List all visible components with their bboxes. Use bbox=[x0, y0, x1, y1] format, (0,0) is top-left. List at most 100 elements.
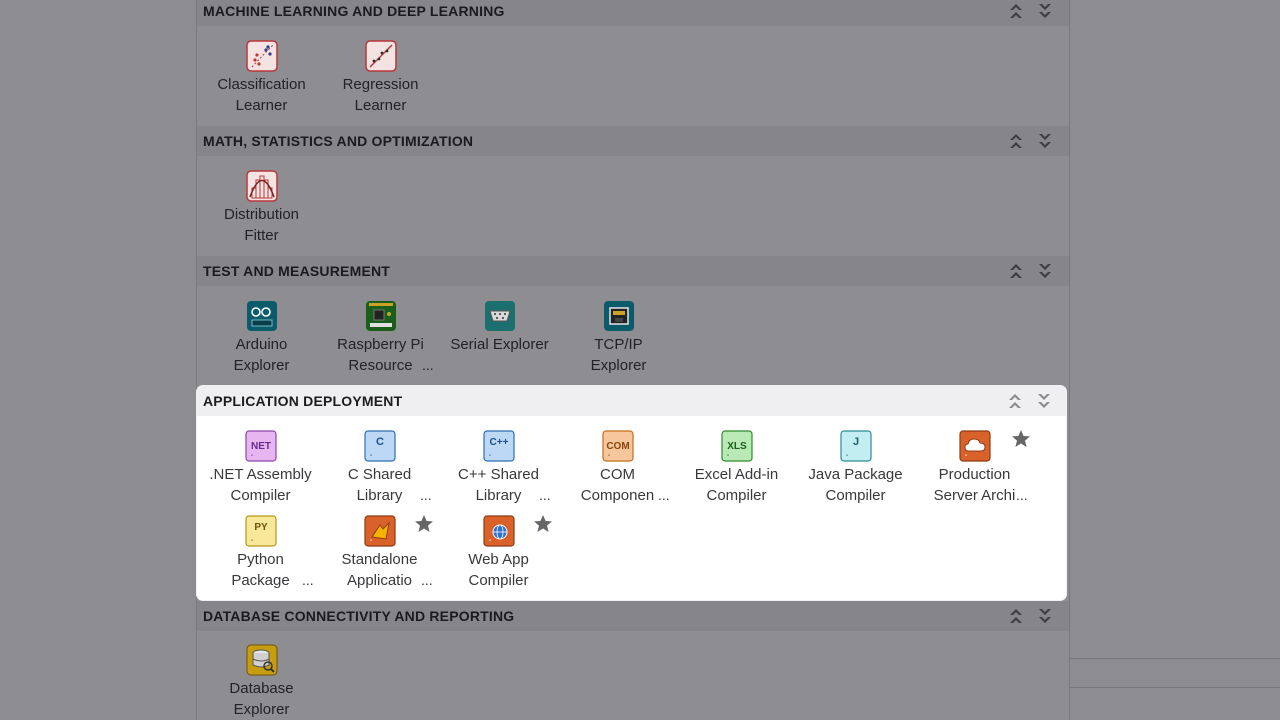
app-database-explorer[interactable]: Database Explorer bbox=[202, 644, 321, 720]
cpp-shared-library-icon: C++ " bbox=[482, 430, 515, 462]
app-label: Web App bbox=[468, 551, 529, 568]
expand-down-icon bbox=[1039, 134, 1051, 148]
arduino-explorer-icon bbox=[246, 301, 277, 331]
icon-badge-text: XLS bbox=[727, 441, 747, 452]
icon-badge-text: COM bbox=[606, 441, 629, 452]
expand-down-icon bbox=[1038, 394, 1050, 408]
production-server-icon: " bbox=[958, 430, 991, 462]
app-label: Production bbox=[938, 466, 1011, 483]
app-label: Compiler bbox=[468, 572, 529, 589]
svg-text:": " bbox=[370, 455, 372, 461]
app-python-package[interactable]: PY " Python Package ... bbox=[201, 515, 320, 591]
app-excel-addin-compiler[interactable]: XLS " Excel Add-in Compiler bbox=[677, 430, 796, 506]
app-label: Database bbox=[229, 680, 294, 697]
app-label: COM bbox=[600, 466, 635, 483]
app-label: Raspberry Pi bbox=[337, 336, 424, 353]
collapse-up-icon bbox=[1010, 4, 1022, 18]
collapse-up-icon bbox=[1010, 609, 1022, 623]
collapse-all-button[interactable] bbox=[1004, 390, 1026, 412]
collapse-all-button[interactable] bbox=[1005, 260, 1027, 282]
app-label: Compiler bbox=[230, 487, 291, 504]
app-label: Regression bbox=[342, 76, 419, 93]
app-java-package-compiler[interactable]: J " Java Package Compiler bbox=[796, 430, 915, 506]
truncation-ellipsis: ... bbox=[422, 357, 434, 373]
distribution-fitter-icon bbox=[245, 170, 278, 202]
expand-all-button[interactable] bbox=[1034, 605, 1056, 627]
svg-text:": " bbox=[489, 455, 491, 461]
section-title: MATH, STATISTICS AND OPTIMIZATION bbox=[203, 133, 474, 149]
favorite-star-icon[interactable] bbox=[533, 514, 553, 534]
app-classification-learner[interactable]: Classification Learner bbox=[202, 40, 321, 116]
python-package-icon: PY " bbox=[244, 515, 277, 547]
svg-text:": " bbox=[251, 455, 253, 461]
section-header-test-measurement: TEST AND MEASUREMENT bbox=[197, 256, 1069, 286]
expand-all-button[interactable] bbox=[1034, 130, 1056, 152]
svg-text:": " bbox=[370, 540, 372, 546]
icon-badge-text: NET bbox=[251, 441, 271, 452]
app-label: Learner bbox=[235, 97, 288, 114]
database-explorer-icon bbox=[246, 644, 277, 676]
icon-badge-text: J bbox=[852, 436, 858, 448]
app-label: Standalone bbox=[341, 551, 418, 568]
app-label: Explorer bbox=[233, 357, 290, 374]
app-distribution-fitter[interactable]: Distribution Fitter bbox=[202, 170, 321, 246]
app-label: Compiler bbox=[825, 487, 886, 504]
c-shared-library-icon: C " bbox=[363, 430, 396, 462]
net-assembly-icon: NET " bbox=[244, 430, 277, 462]
tcpip-explorer-icon bbox=[603, 301, 634, 331]
regression-learner-icon bbox=[364, 40, 397, 72]
web-app-compiler-icon: " bbox=[482, 515, 515, 547]
expand-all-button[interactable] bbox=[1034, 0, 1056, 22]
section-header-database: DATABASE CONNECTIVITY AND REPORTING bbox=[197, 601, 1069, 631]
svg-text:": " bbox=[846, 455, 848, 461]
favorite-star-icon[interactable] bbox=[1011, 429, 1031, 449]
section-title: TEST AND MEASUREMENT bbox=[203, 263, 391, 279]
collapse-up-icon bbox=[1009, 394, 1021, 408]
collapse-all-button[interactable] bbox=[1005, 0, 1027, 22]
icon-badge-text: PY bbox=[254, 522, 268, 533]
expand-all-button[interactable] bbox=[1034, 260, 1056, 282]
section-header-application-deployment: APPLICATION DEPLOYMENT bbox=[197, 386, 1066, 416]
section-header-machine-learning: MACHINE LEARNING AND DEEP LEARNING bbox=[197, 0, 1069, 26]
com-component-icon: COM " bbox=[601, 430, 634, 462]
section-title: MACHINE LEARNING AND DEEP LEARNING bbox=[203, 3, 505, 19]
app-label: Python bbox=[237, 551, 284, 568]
truncation-ellipsis: ... bbox=[658, 487, 670, 503]
app-com-component[interactable]: COM " COM Componen ... bbox=[558, 430, 677, 506]
section-title: APPLICATION DEPLOYMENT bbox=[203, 393, 403, 409]
app-label: C++ Shared bbox=[458, 466, 539, 483]
serial-explorer-icon bbox=[484, 301, 515, 331]
apps-gallery-screen: MACHINE LEARNING AND DEEP LEARNING Class… bbox=[0, 0, 1280, 720]
collapse-all-button[interactable] bbox=[1005, 130, 1027, 152]
section-header-math: MATH, STATISTICS AND OPTIMIZATION bbox=[197, 126, 1069, 156]
app-label: Learner bbox=[354, 97, 407, 114]
expand-down-icon bbox=[1039, 609, 1051, 623]
classification-learner-icon bbox=[245, 40, 278, 72]
apps-gallery: MACHINE LEARNING AND DEEP LEARNING Class… bbox=[196, 0, 1070, 720]
expand-all-button[interactable] bbox=[1033, 390, 1055, 412]
favorite-star-icon[interactable] bbox=[414, 514, 434, 534]
expand-down-icon bbox=[1039, 264, 1051, 278]
app-c-shared-library[interactable]: C " C Shared Library ... bbox=[320, 430, 439, 506]
truncation-ellipsis: ... bbox=[421, 572, 433, 588]
collapse-up-icon bbox=[1010, 134, 1022, 148]
app-regression-learner[interactable]: Regression Learner bbox=[321, 40, 440, 116]
java-package-icon: J " bbox=[839, 430, 872, 462]
app-label: Java Package bbox=[808, 466, 903, 483]
app-label: TCP/IP bbox=[594, 336, 643, 353]
divider bbox=[1069, 687, 1280, 688]
excel-addin-icon: XLS " bbox=[720, 430, 753, 462]
app-raspberry-pi-resource[interactable]: Raspberry Pi Resource ... bbox=[321, 300, 440, 376]
app-label: C Shared bbox=[347, 466, 412, 483]
app-serial-explorer[interactable]: Serial Explorer bbox=[440, 300, 559, 355]
collapse-up-icon bbox=[1010, 264, 1022, 278]
truncation-ellipsis: ... bbox=[539, 487, 551, 503]
app-cpp-shared-library[interactable]: C++ " C++ Shared Library ... bbox=[439, 430, 558, 506]
collapse-all-button[interactable] bbox=[1005, 605, 1027, 627]
app-tcpip-explorer[interactable]: TCP/IP Explorer bbox=[559, 300, 678, 376]
app-arduino-explorer[interactable]: Arduino Explorer bbox=[202, 300, 321, 376]
app-net-assembly-compiler[interactable]: NET " .NET Assembly Compiler bbox=[201, 430, 320, 506]
icon-badge-text: C bbox=[376, 436, 384, 448]
expand-down-icon bbox=[1039, 4, 1051, 18]
svg-text:": " bbox=[251, 540, 253, 546]
